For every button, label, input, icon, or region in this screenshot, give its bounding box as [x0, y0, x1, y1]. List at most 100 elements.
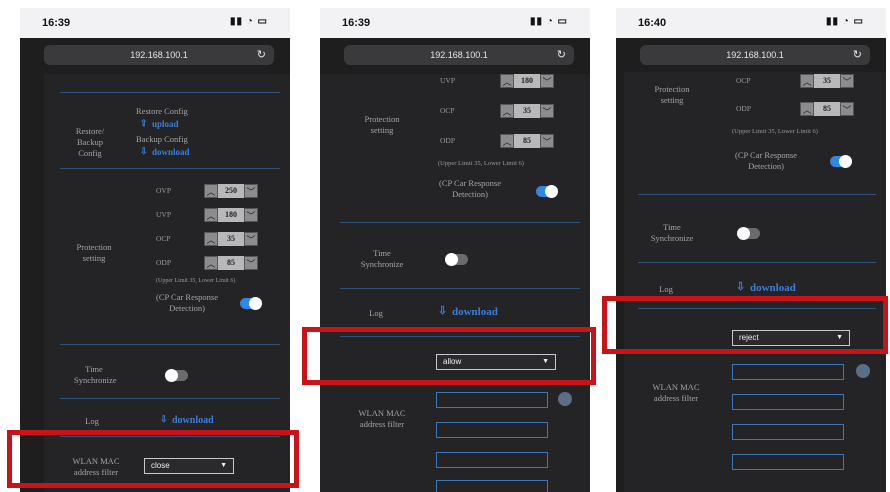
- mac-address-input[interactable]: [732, 364, 844, 380]
- decrease-icon[interactable]: ﹀: [540, 104, 554, 118]
- odp-label: ODP: [156, 258, 172, 267]
- address-text: 192.168.100.1: [430, 50, 488, 60]
- increase-icon[interactable]: ︿: [204, 184, 218, 198]
- ovp-stepper[interactable]: ︿ 250 ﹀: [204, 184, 258, 198]
- cp-detection-label: (CP Car Response Detection): [438, 178, 501, 199]
- increase-icon[interactable]: ︿: [500, 134, 514, 148]
- increase-icon[interactable]: ︿: [204, 208, 218, 222]
- limit-note: (Upper Limit 35, Lower Limit 6): [732, 128, 818, 135]
- decrease-icon[interactable]: ﹀: [244, 208, 258, 222]
- mac-address-input[interactable]: [436, 422, 548, 438]
- increase-icon[interactable]: ︿: [204, 232, 218, 246]
- download-icon[interactable]: ⇩: [736, 280, 745, 293]
- download-icon[interactable]: ⇩: [160, 414, 168, 425]
- download-icon[interactable]: ⇩: [140, 146, 148, 157]
- wlan-filter-label: WLAN MAC address filter: [652, 382, 700, 403]
- decrease-icon[interactable]: ﹀: [244, 184, 258, 198]
- log-download-link[interactable]: download: [172, 415, 214, 426]
- decrease-icon[interactable]: ﹀: [540, 134, 554, 148]
- add-mac-icon[interactable]: [856, 364, 870, 378]
- phone-screen-1: 16:39 ▮▮ ◔ ▭ 192.168.100.1 ↻ Restore/ Ba…: [20, 8, 290, 492]
- status-bar: 16:39 ▮▮ ◔ ▭: [320, 8, 590, 38]
- odp-stepper[interactable]: ︿ 85 ﹀: [500, 134, 554, 148]
- phone-screen-2: 16:39 ▮▮ ◔ ▭ 192.168.100.1 ↻ UVP ︿ 180 ﹀ P…: [320, 8, 590, 492]
- decrease-icon[interactable]: ﹀: [244, 256, 258, 270]
- decrease-icon[interactable]: ﹀: [540, 74, 554, 88]
- download-icon[interactable]: ⇩: [438, 304, 447, 317]
- mac-address-input[interactable]: [436, 392, 548, 408]
- restore-config-title: Restore Config: [136, 106, 188, 116]
- limit-note: (Upper Limit 35, Lower Limit 6): [438, 160, 524, 167]
- uvp-stepper[interactable]: ︿ 180 ﹀: [500, 74, 554, 88]
- ocp-stepper[interactable]: ︿ 35 ﹀: [800, 74, 854, 88]
- settings-panel: UVP ︿ 180 ﹀ Protection setting OCP ︿ 35 ﹀ OD…: [320, 74, 590, 492]
- time-sync-label: Time Synchronize: [650, 222, 694, 243]
- upload-link[interactable]: upload: [152, 119, 179, 129]
- increase-icon[interactable]: ︿: [500, 74, 514, 88]
- ocp-value: 35: [514, 104, 540, 118]
- mac-address-input[interactable]: [436, 480, 548, 492]
- limit-note: (Upper Limit 35, Lower Limit 6): [156, 278, 236, 284]
- odp-stepper[interactable]: ︿ 85 ﹀: [204, 256, 258, 270]
- protection-label: Protection setting: [364, 114, 400, 135]
- mac-address-input[interactable]: [732, 394, 844, 410]
- decrease-icon[interactable]: ﹀: [244, 232, 258, 246]
- ocp-stepper[interactable]: ︿ 35 ﹀: [500, 104, 554, 118]
- mac-address-input[interactable]: [732, 454, 844, 470]
- backup-config-title: Backup Config: [136, 134, 188, 144]
- decrease-icon[interactable]: ﹀: [840, 74, 854, 88]
- cp-detection-toggle[interactable]: [536, 185, 558, 198]
- signal-wifi-battery-icon: ▮▮ ◔ ▭: [229, 16, 268, 27]
- decrease-icon[interactable]: ﹀: [840, 102, 854, 116]
- cp-detection-toggle[interactable]: [240, 297, 262, 310]
- increase-icon[interactable]: ︿: [800, 74, 814, 88]
- reload-icon[interactable]: ↻: [257, 45, 266, 65]
- ocp-label: OCP: [156, 234, 171, 243]
- reload-icon[interactable]: ↻: [557, 45, 566, 65]
- ocp-value: 35: [218, 232, 244, 246]
- highlight-box-wlan-reject: [602, 296, 888, 354]
- address-bar[interactable]: 192.168.100.1 ↻: [640, 45, 870, 65]
- divider: [60, 168, 280, 169]
- log-label: Log: [369, 308, 383, 318]
- reload-icon[interactable]: ↻: [853, 45, 862, 65]
- ovp-label: OVP: [156, 186, 172, 195]
- address-bar[interactable]: 192.168.100.1 ↻: [344, 45, 574, 65]
- uvp-label: UVP: [156, 210, 172, 219]
- log-download-link[interactable]: download: [750, 282, 796, 294]
- odp-value: 85: [814, 102, 840, 116]
- backup-download-link[interactable]: download: [152, 147, 190, 157]
- uvp-stepper[interactable]: ︿ 180 ﹀: [204, 208, 258, 222]
- time-sync-label: Time Synchronize: [360, 248, 404, 269]
- odp-value: 85: [218, 256, 244, 270]
- odp-label: ODP: [736, 104, 752, 113]
- ocp-stepper[interactable]: ︿ 35 ﹀: [204, 232, 258, 246]
- mac-address-input[interactable]: [732, 424, 844, 440]
- mac-address-input[interactable]: [436, 452, 548, 468]
- protection-label: Protection setting: [76, 242, 112, 263]
- add-mac-icon[interactable]: [558, 392, 572, 406]
- address-text: 192.168.100.1: [726, 50, 784, 60]
- divider: [60, 344, 280, 345]
- time-sync-toggle[interactable]: [445, 253, 468, 266]
- time-sync-toggle[interactable]: [737, 227, 760, 240]
- status-time: 16:39: [342, 17, 371, 29]
- ovp-value: 250: [218, 184, 244, 198]
- cp-detection-toggle[interactable]: [830, 155, 852, 168]
- divider: [60, 398, 280, 399]
- increase-icon[interactable]: ︿: [500, 104, 514, 118]
- protection-label: Protection setting: [654, 84, 690, 105]
- odp-stepper[interactable]: ︿ 85 ﹀: [800, 102, 854, 116]
- increase-icon[interactable]: ︿: [800, 102, 814, 116]
- odp-value: 85: [514, 134, 540, 148]
- ocp-value: 35: [814, 74, 840, 88]
- status-time: 16:40: [638, 17, 667, 29]
- time-sync-toggle[interactable]: [165, 369, 188, 382]
- divider: [340, 222, 580, 223]
- log-download-link[interactable]: download: [452, 306, 498, 318]
- ocp-label: OCP: [440, 106, 455, 115]
- increase-icon[interactable]: ︿: [204, 256, 218, 270]
- divider: [638, 262, 876, 263]
- upload-icon[interactable]: ⇪: [140, 118, 148, 129]
- address-bar[interactable]: 192.168.100.1 ↻: [44, 45, 274, 65]
